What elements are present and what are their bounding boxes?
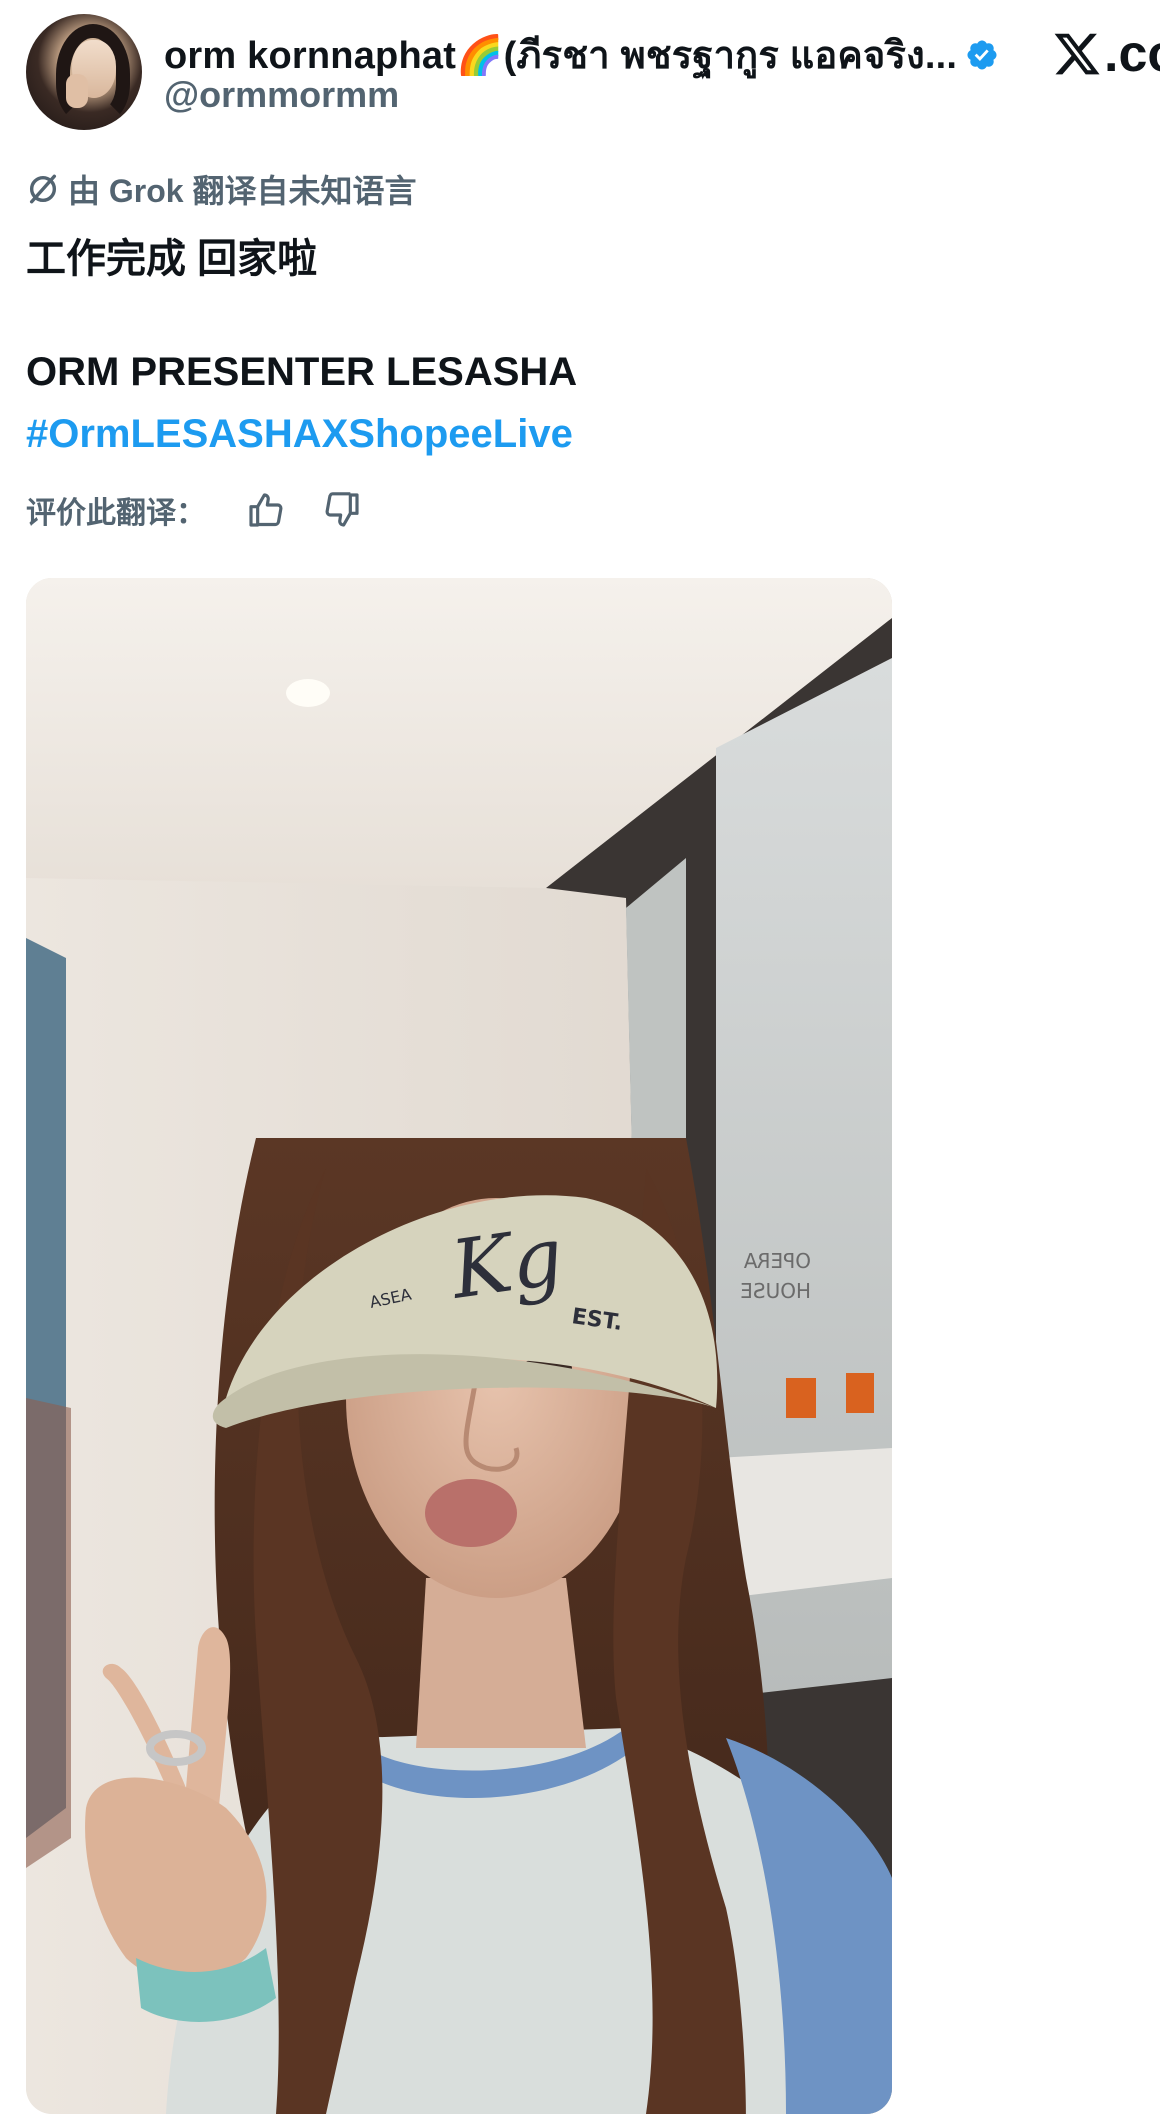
left-window-reflection [26,1398,71,1868]
photo-illustration: OPERA HOUSE Kg ASEA EST. [26,578,892,2114]
neck [416,1578,586,1748]
x-logo-icon [1054,33,1100,75]
glass-sign-2: HOUSE [740,1279,811,1303]
lips [425,1479,517,1547]
glass-sign-1: OPERA [743,1249,811,1273]
tweet-screenshot: orm kornnaphat🌈(ภีรชา พชรฐากูร แอคจริง..… [0,0,1160,2117]
thumbs-up-icon[interactable] [246,490,286,530]
ceiling-light [286,679,330,707]
rate-translation-label: 评价此翻译： [26,497,206,530]
cap-logo: Kg [444,1209,569,1317]
tweet-text-line-1: 工作完成 回家啦 [26,237,318,281]
tweet-text-line-2: ORM PRESENTER LESASHA [26,350,578,394]
avatar[interactable] [26,14,142,130]
x-logo: .co [1052,28,1160,80]
tweet-photo[interactable]: OPERA HOUSE Kg ASEA EST. [26,578,892,2114]
grok-icon [29,174,57,204]
translation-notice-text: 由 Grok 翻译自未知语言 [68,173,417,209]
x-logo-text: .co [1104,25,1160,83]
translation-notice: 由 Grok 翻译自未知语言 [26,166,416,212]
thumbs-down-icon[interactable] [322,490,362,530]
hashtag-link[interactable]: #OrmLESASHAXShopeeLive [26,412,573,457]
author-handle[interactable]: @ormmormm [164,74,399,116]
verified-badge-icon [967,39,997,70]
orange-chair [786,1378,816,1418]
avatar-hand [66,74,88,108]
orange-chair-2 [846,1373,874,1413]
rate-translation-row: 评价此翻译： [26,488,362,532]
